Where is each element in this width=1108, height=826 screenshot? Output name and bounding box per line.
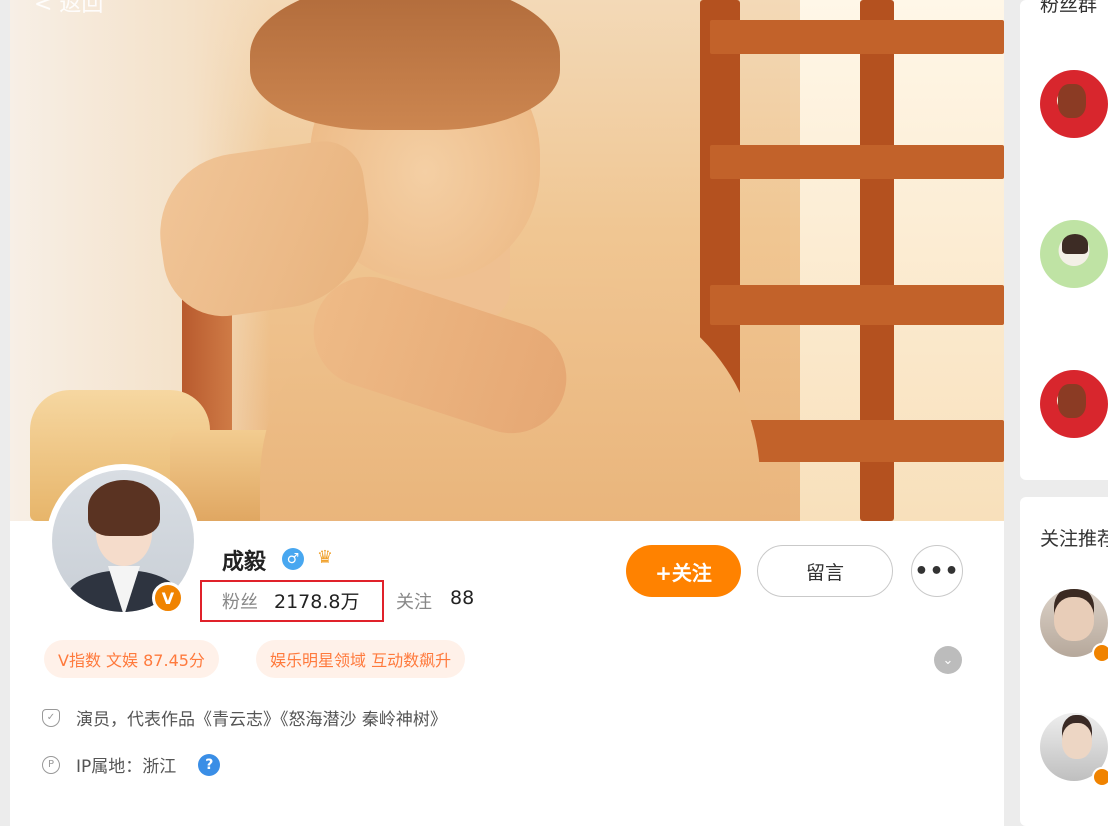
domain-tag[interactable]: 娱乐明星领域 互动数飙升 — [256, 640, 466, 678]
gender-male-icon: ♂ — [282, 548, 304, 570]
verified-v-icon — [1092, 643, 1108, 663]
cover-photo — [10, 0, 1004, 521]
profile-card: < 返回 — [10, 0, 1004, 826]
fans-group-avatar[interactable] — [1040, 370, 1108, 438]
fans-group-title: 粉丝群 — [1040, 0, 1098, 16]
verified-v-icon — [1092, 767, 1108, 787]
fans-label[interactable]: 粉丝 — [222, 588, 258, 614]
verified-v-icon: V — [152, 582, 184, 614]
message-button[interactable]: 留言 — [757, 545, 893, 597]
fans-count[interactable]: 2178.8万 — [274, 587, 359, 614]
fans-group-avatar[interactable] — [1040, 70, 1108, 138]
profile-name: 成毅 — [222, 550, 267, 575]
fans-group-card: 粉丝群 — [1020, 0, 1108, 480]
recommend-title: 关注推荐 — [1040, 528, 1108, 550]
fans-group-avatar[interactable] — [1040, 220, 1108, 288]
v-index-tag[interactable]: V指数 文娱 87.45分 — [44, 640, 219, 678]
shield-icon: ✓ — [42, 708, 60, 727]
help-icon[interactable]: ? — [198, 753, 221, 776]
back-link[interactable]: < 返回 — [34, 0, 103, 18]
ip-location-text: IP属地：浙江 — [76, 757, 177, 777]
ip-location-icon: P — [42, 755, 60, 774]
following-count[interactable]: 88 — [450, 587, 474, 609]
bio-text: 演员，代表作品《青云志》《怒海潜沙 秦岭神树》 — [76, 710, 447, 730]
following-label[interactable]: 关注 — [396, 588, 432, 614]
bio-row: ✓ 演员，代表作品《青云志》《怒海潜沙 秦岭神树》 — [42, 705, 447, 730]
expand-chevron-icon[interactable]: ⌄ — [934, 646, 962, 674]
more-options-button[interactable]: ••• — [911, 545, 963, 597]
crown-icon[interactable]: ♛ — [310, 546, 340, 570]
ip-row: P IP属地：浙江 ? — [42, 752, 221, 777]
follow-button[interactable]: +关注 — [626, 545, 741, 597]
